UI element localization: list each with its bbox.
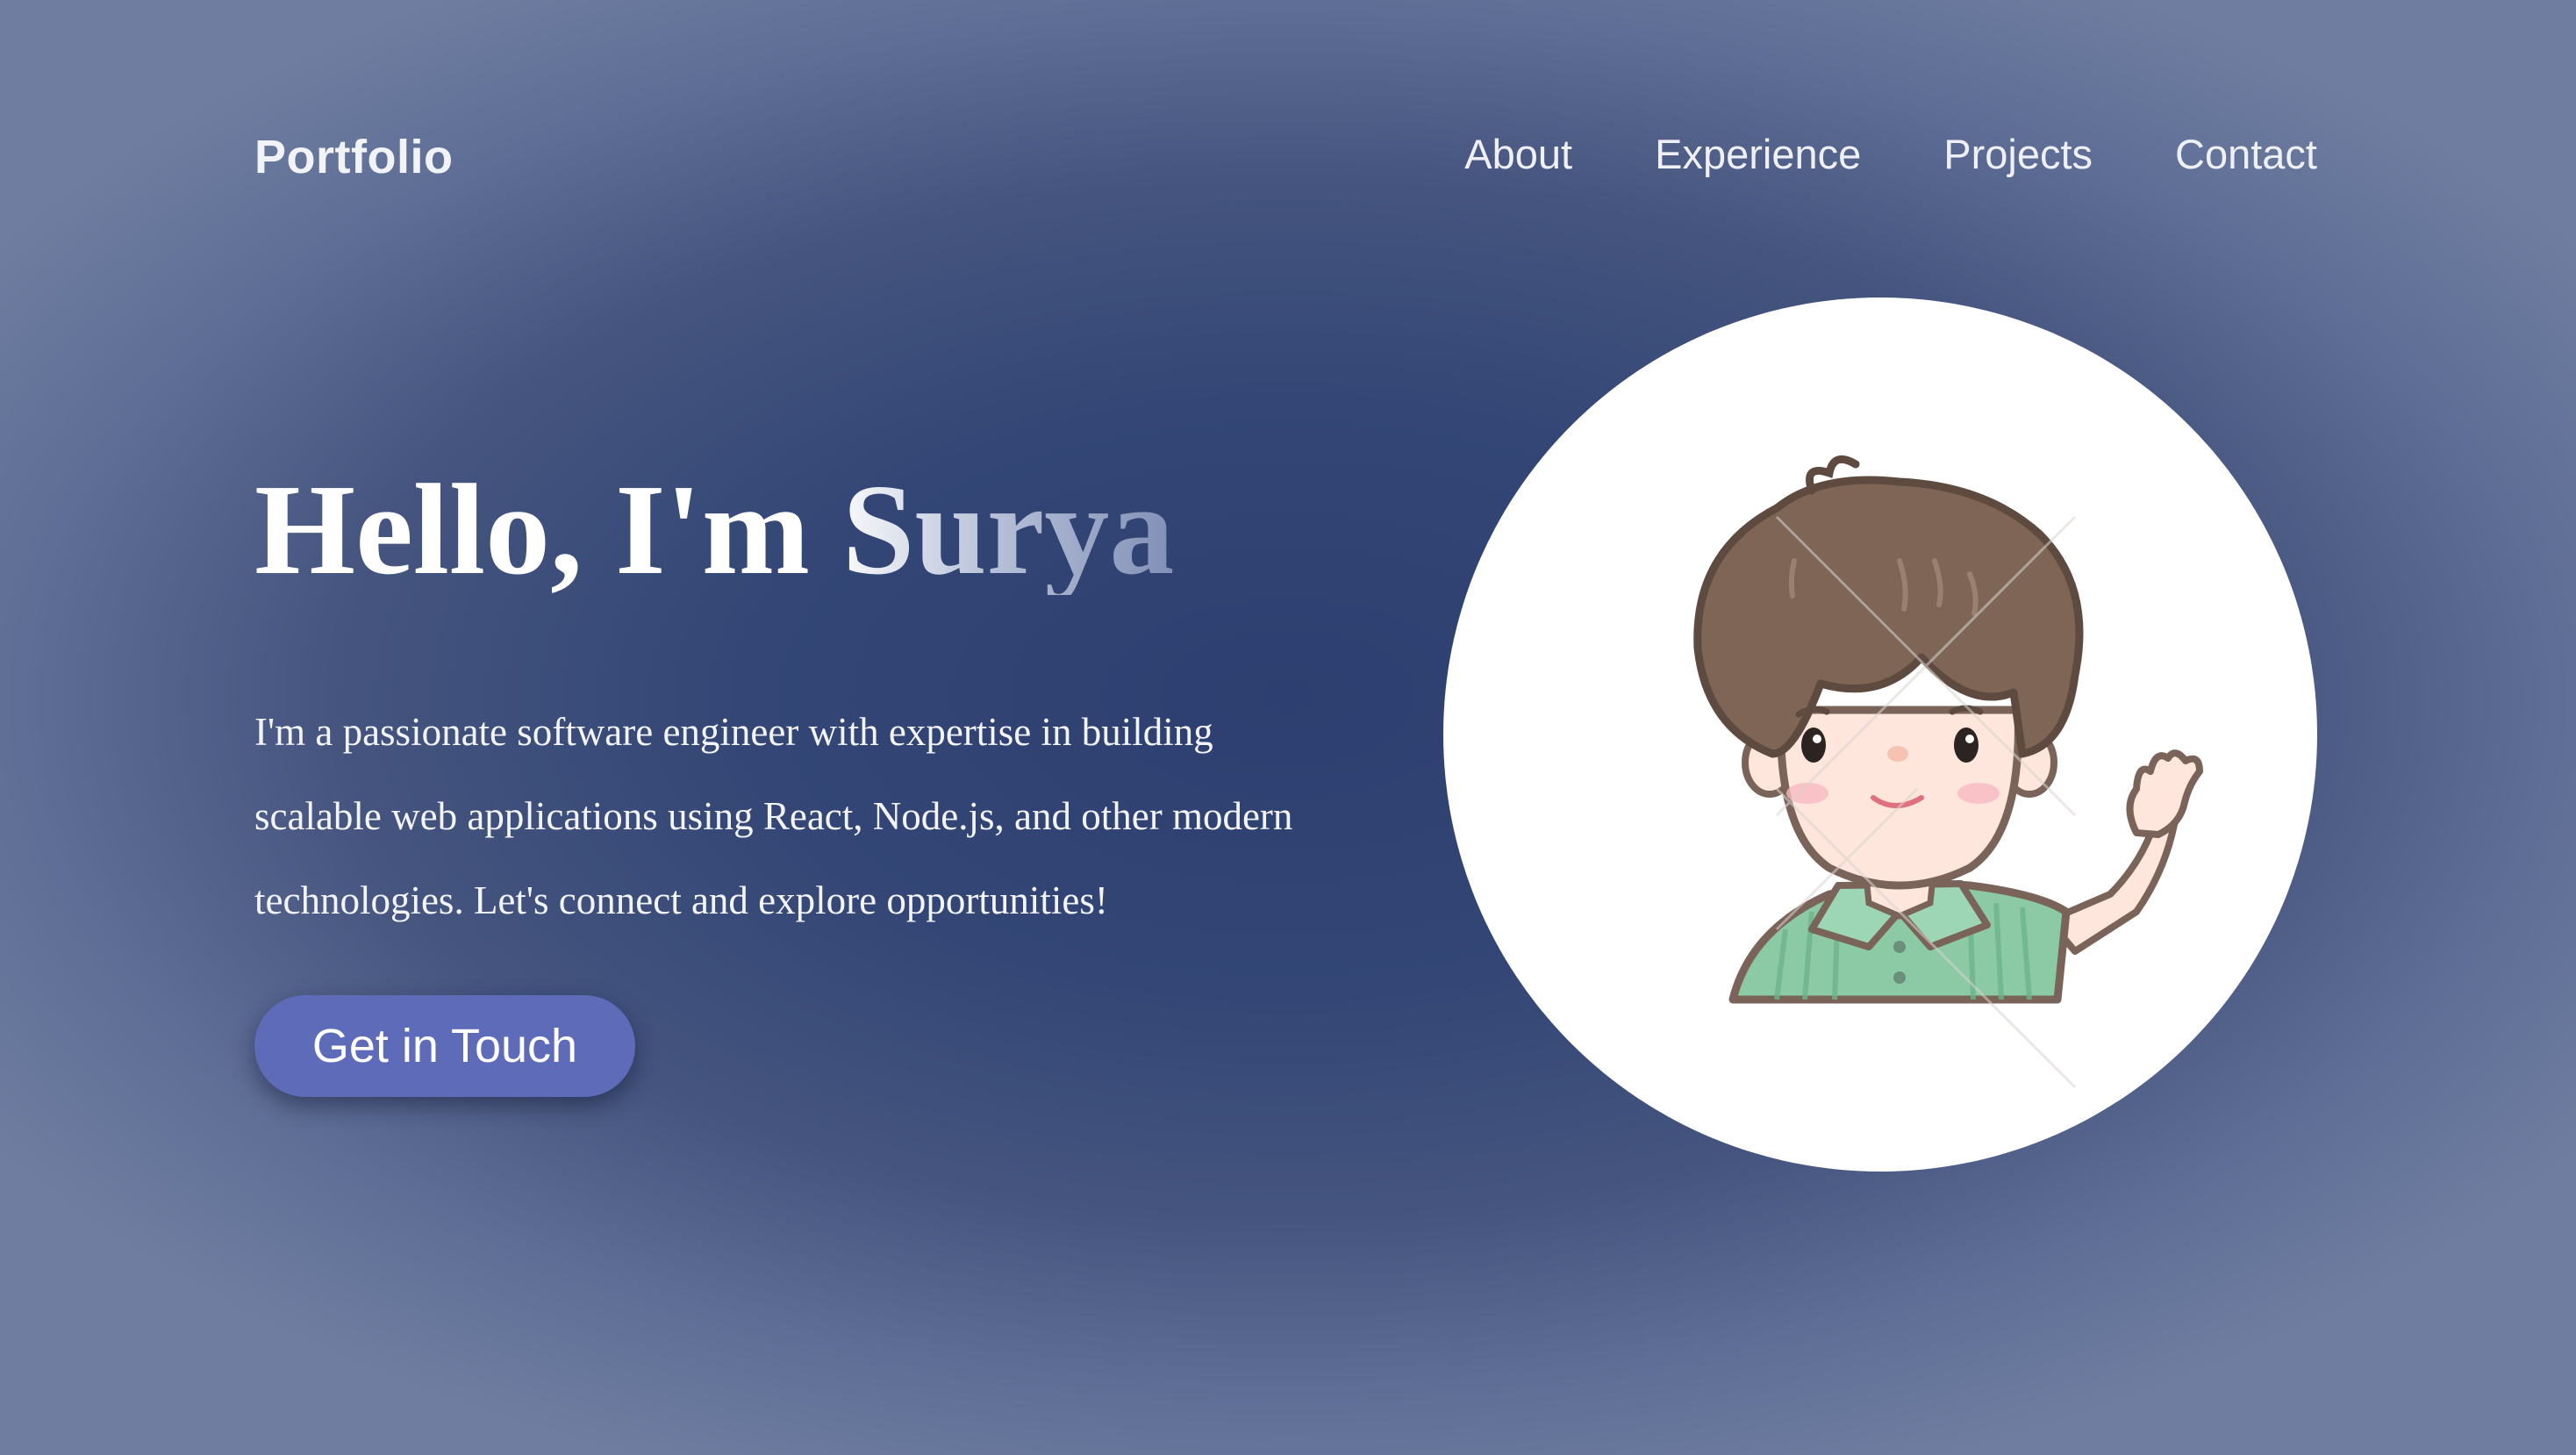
nav-link-projects[interactable]: Projects — [1943, 130, 2093, 178]
main-nav: About Experience Projects Contact — [1464, 130, 2317, 178]
cartoon-boy-waving-icon — [1693, 455, 2203, 1089]
nav-link-experience[interactable]: Experience — [1655, 130, 1861, 178]
site-logo[interactable]: Portfolio — [254, 130, 453, 184]
nav-link-contact[interactable]: Contact — [2175, 130, 2317, 178]
avatar — [1443, 297, 2317, 1172]
nav-link-about[interactable]: About — [1464, 130, 1572, 178]
get-in-touch-button[interactable]: Get in Touch — [254, 995, 635, 1097]
hero-headline: Hello, I'm Surya — [254, 458, 1175, 602]
hero-intro-text: I'm a passionate software engineer with … — [254, 710, 1293, 922]
